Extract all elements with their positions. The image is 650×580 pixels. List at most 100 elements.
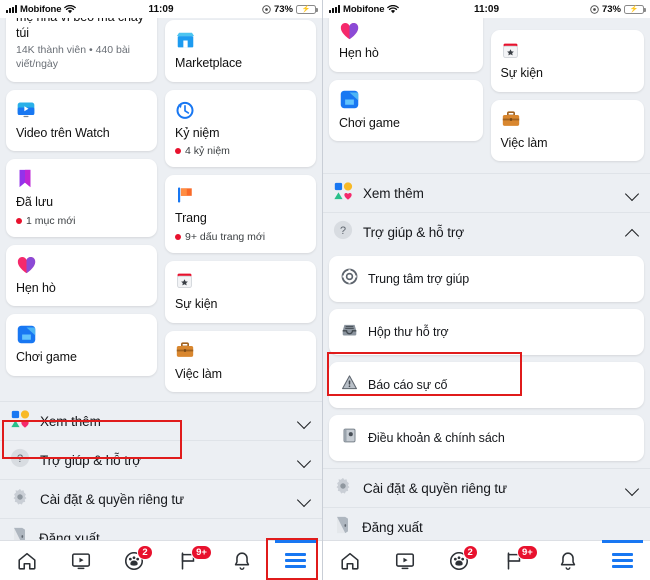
- home-icon: [18, 552, 36, 570]
- help-center-label: Trung tâm trợ giúp: [368, 272, 470, 287]
- events-card[interactable]: Sự kiện: [490, 30, 644, 92]
- events-calendar-icon: [501, 39, 635, 61]
- dating-heart-icon: [16, 254, 147, 276]
- card-column-left: mẹ nhà vì bèo mà cháy túi 14K thành viên…: [6, 18, 157, 392]
- support-inbox-label: Hộp thư hỗ trợ: [368, 325, 449, 340]
- settings-gear-icon: [333, 476, 353, 501]
- nav-menu[interactable]: [596, 540, 650, 580]
- terms-book-icon: [341, 427, 358, 449]
- jobs-briefcase-icon: [175, 340, 306, 362]
- jobs-briefcase-icon: [501, 109, 635, 131]
- nav-menu[interactable]: [268, 540, 322, 580]
- terms-policies-item[interactable]: Điều khoản & chính sách: [329, 415, 644, 462]
- sidebar-item-logout[interactable]: Đăng xuất: [0, 518, 322, 540]
- events-calendar-icon: [175, 270, 306, 292]
- memories-card-title: Kỷ niệm: [175, 125, 220, 140]
- saved-card-badge: 1 mục mới: [16, 215, 147, 227]
- nav-pages[interactable]: 9+: [161, 541, 215, 580]
- sidebar-item-settings-privacy[interactable]: Cài đặt & quyền riêng tư: [323, 468, 650, 508]
- jobs-card[interactable]: Việc làm: [165, 330, 316, 393]
- memories-clock-icon: [175, 99, 306, 121]
- events-card-title: Sự kiện: [175, 296, 218, 311]
- sidebar-item-settings-privacy[interactable]: Cài đặt & quyền riêng tư: [0, 479, 322, 519]
- unread-dot-icon: [16, 217, 22, 224]
- group-card-title: mẹ nhà vì bèo mà cháy túi: [16, 18, 144, 40]
- gaming-card[interactable]: Chơi game: [6, 314, 157, 377]
- watch-card[interactable]: Video trên Watch: [6, 89, 157, 152]
- logout-label: Đăng xuất: [362, 519, 423, 535]
- help-support-label: Trợ giúp & hỗ trợ: [363, 224, 465, 240]
- sidebar-item-see-more[interactable]: Xem thêm: [0, 401, 322, 441]
- gaming-icon: [16, 323, 147, 345]
- events-card-title: Sự kiện: [500, 66, 544, 80]
- marketplace-card[interactable]: Marketplace: [165, 20, 316, 82]
- nav-groups[interactable]: 2: [107, 541, 161, 580]
- logout-label: Đăng xuất: [39, 530, 100, 540]
- status-bar-clock: 11:09: [473, 3, 500, 15]
- pages-card-title: Trang: [175, 211, 207, 226]
- settings-privacy-label: Cài đặt & quyền riêng tư: [40, 491, 184, 507]
- chevron-down-icon[interactable]: [298, 492, 312, 506]
- nav-notifications[interactable]: [215, 541, 269, 580]
- saved-card-badge-label: 1 mục mới: [26, 214, 76, 227]
- nav-watch[interactable]: [378, 541, 433, 580]
- memories-card-badge-label: 4 kỷ niệm: [185, 145, 230, 158]
- nav-watch[interactable]: [54, 541, 108, 580]
- chevron-up-icon[interactable]: [626, 225, 640, 239]
- dating-card[interactable]: Hẹn hò: [6, 244, 157, 307]
- pages-card-badge: 9+ dấu trang mới: [175, 231, 306, 243]
- chevron-down-icon[interactable]: [298, 453, 312, 467]
- nav-pages[interactable]: 9+: [487, 541, 542, 580]
- watch-video-icon: [16, 99, 147, 121]
- sidebar-item-help-support-expanded[interactable]: ? Trợ giúp & hỗ trợ: [323, 212, 650, 252]
- bottom-nav-right: 2 9+: [323, 540, 650, 580]
- right-scroll-content[interactable]: Hẹn hò Chơi game Sự kiện Việc làm Xem th…: [323, 18, 650, 540]
- saved-card[interactable]: Đã lưu 1 mục mới: [6, 159, 157, 237]
- nav-notifications[interactable]: [541, 541, 596, 580]
- dating-card-title: Hẹn hò: [339, 46, 379, 60]
- dating-card[interactable]: Hẹn hò: [329, 18, 483, 72]
- notifications-bell-icon: [234, 551, 249, 570]
- bottom-nav-left: 2 9+: [0, 540, 322, 580]
- nav-groups[interactable]: 2: [432, 541, 487, 580]
- shortcut-card-grid-right: Hẹn hò Chơi game Sự kiện Việc làm: [329, 18, 644, 162]
- group-card[interactable]: mẹ nhà vì bèo mà cháy túi 14K thành viên…: [6, 18, 157, 82]
- sidebar-item-logout[interactable]: Đăng xuất: [323, 507, 650, 540]
- groups-badge: 2: [137, 545, 153, 560]
- pages-card-badge-label: 9+ dấu trang mới: [185, 230, 266, 243]
- pages-badge: 9+: [517, 545, 538, 560]
- sidebar-item-help-support[interactable]: ? Trợ giúp & hỗ trợ: [0, 440, 322, 480]
- jobs-card-title: Việc làm: [175, 366, 222, 381]
- battery-charging-icon: ⚡: [296, 4, 318, 14]
- shortcut-card-grid-left: mẹ nhà vì bèo mà cháy túi 14K thành viên…: [6, 18, 316, 393]
- support-inbox-item[interactable]: Hộp thư hỗ trợ: [329, 309, 644, 356]
- jobs-card[interactable]: Việc làm: [490, 99, 644, 162]
- help-center-item[interactable]: Trung tâm trợ giúp: [329, 256, 644, 303]
- pages-badge: 9+: [191, 545, 212, 560]
- chevron-down-icon[interactable]: [626, 481, 640, 495]
- chevron-down-icon[interactable]: [298, 414, 312, 428]
- logout-door-icon: [10, 526, 29, 540]
- gaming-icon: [339, 89, 473, 111]
- see-more-shapes-icon: [333, 181, 353, 206]
- left-scroll-content[interactable]: mẹ nhà vì bèo mà cháy túi 14K thành viên…: [0, 18, 322, 540]
- dating-heart-icon: [339, 19, 473, 41]
- unread-dot-icon: [175, 148, 181, 155]
- section-list-right: Xem thêm ? Trợ giúp & hỗ trợ Trung tâm t…: [323, 173, 650, 540]
- report-warning-icon: [341, 374, 358, 396]
- menu-hamburger-icon: [612, 553, 634, 568]
- report-problem-item[interactable]: Báo cáo sự cố: [329, 362, 644, 409]
- sidebar-item-see-more[interactable]: Xem thêm: [323, 173, 650, 213]
- dual-screenshot-container: Mobifone 11:09 73% ⚡ túi 14K thành viên …: [0, 0, 650, 580]
- help-support-submenu: Trung tâm trợ giúp Hộp thư hỗ trợ Báo cá…: [323, 251, 650, 464]
- chevron-down-icon[interactable]: [626, 186, 640, 200]
- pages-card[interactable]: Trang 9+ dấu trang mới: [165, 175, 316, 253]
- marketplace-icon: [175, 29, 306, 51]
- nav-home[interactable]: [0, 541, 54, 580]
- memories-card[interactable]: Kỷ niệm 4 kỷ niệm: [165, 89, 316, 168]
- nav-home[interactable]: [323, 541, 378, 580]
- card-column-right: Sự kiện Việc làm: [490, 18, 644, 162]
- gaming-card[interactable]: Chơi game: [329, 79, 483, 142]
- events-card[interactable]: Sự kiện: [165, 260, 316, 323]
- watch-video-icon: [71, 552, 90, 569]
